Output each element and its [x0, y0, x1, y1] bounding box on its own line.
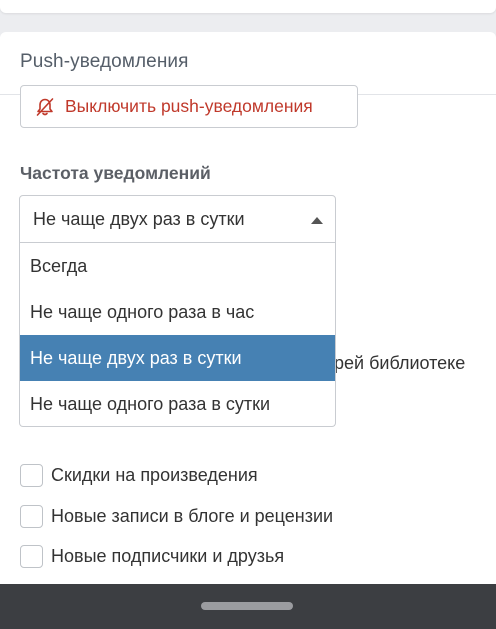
- dropdown-option-always[interactable]: Всегда: [20, 243, 335, 289]
- followers-checkbox[interactable]: [20, 545, 43, 568]
- dropdown-option-twice-daily[interactable]: Не чаще двух раз в сутки: [20, 335, 335, 381]
- frequency-select[interactable]: Не чаще двух раз в сутки: [19, 195, 336, 243]
- top-card: [0, 0, 496, 13]
- discounts-checkbox[interactable]: [20, 464, 43, 487]
- disable-push-button[interactable]: Выключить push-уведомления: [20, 85, 358, 128]
- checkbox-row-blog: Новые записи в блоге и рецензии: [20, 505, 333, 528]
- blog-reviews-checkbox[interactable]: [20, 505, 43, 528]
- disable-push-label: Выключить push-уведомления: [65, 96, 313, 116]
- caret-up-icon: [311, 217, 323, 224]
- obscured-option-label: рей библиотеке: [334, 353, 466, 373]
- dropdown-option-daily[interactable]: Не чаще одного раза в сутки: [20, 381, 335, 426]
- frequency-selected-value: Не чаще двух раз в сутки: [33, 208, 245, 229]
- checkbox-row-discounts: Скидки на произведения: [20, 464, 258, 487]
- followers-label: Новые подписчики и друзья: [51, 546, 285, 566]
- bell-off-icon: [35, 97, 55, 117]
- home-gesture-handle[interactable]: [201, 602, 293, 610]
- blog-reviews-label: Новые записи в блоге и рецензии: [51, 506, 334, 526]
- frequency-label: Частота уведомлений: [20, 163, 211, 183]
- frequency-dropdown: Всегда Не чаще одного раза в час Не чаще…: [19, 243, 336, 427]
- discounts-label: Скидки на произведения: [51, 465, 258, 485]
- dropdown-option-hourly[interactable]: Не чаще одного раза в час: [20, 289, 335, 335]
- system-nav-bar: [0, 584, 496, 629]
- checkbox-row-followers: Новые подписчики и друзья: [20, 545, 284, 568]
